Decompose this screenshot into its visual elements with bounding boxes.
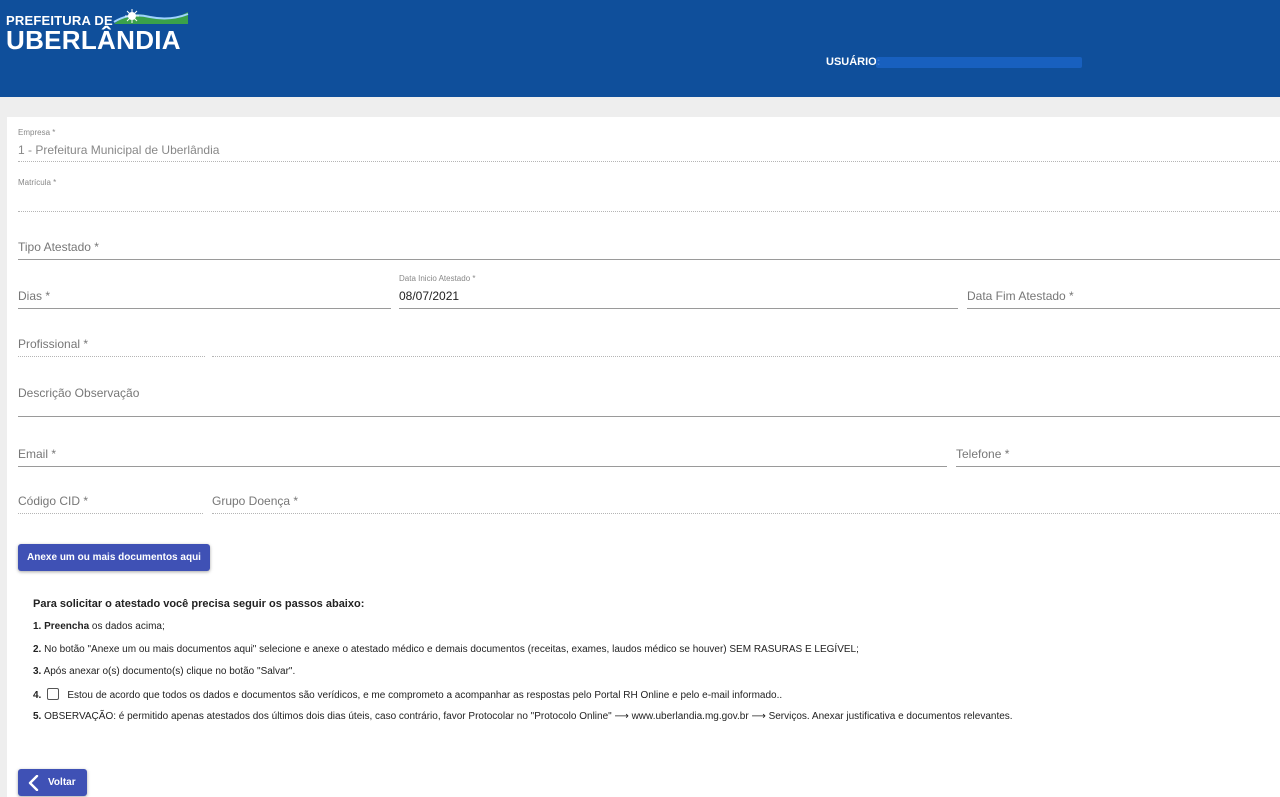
instruction-step-2: 2. No botão "Anexe um ou mais documentos… [33,644,859,655]
instruction-step-3: 3. Após anexar o(s) documento(s) clique … [33,666,295,677]
back-button-label: Voltar [48,777,76,788]
profissional-input[interactable]: Profissional * [18,336,1280,358]
matricula-label: Matrícula * [18,178,57,187]
step-4-number: 4. [33,690,42,701]
step-4-text: Estou de acordo que todos os dados e doc… [67,690,783,701]
descricao-textarea[interactable]: Descrição Observação [18,385,1280,419]
telefone-placeholder: Telefone * [956,447,1010,461]
step-3-text: Após anexar o(s) documento(s) clique no … [41,666,296,677]
empresa-value: 1 - Prefeitura Municipal de Uberlândia [18,143,220,157]
matricula-field[interactable]: Matrícula * [18,178,1280,212]
empresa-field[interactable]: Empresa * 1 - Prefeitura Municipal de Ub… [18,128,1280,162]
data-fim-placeholder: Data Fim Atestado * [967,289,1074,303]
empresa-label: Empresa * [18,128,56,137]
logo-main-text: UBERLÂNDIA [6,25,181,55]
codigo-cid-placeholder: Código CID * [18,494,89,508]
step-2-text: No botão "Anexe um ou mais documentos aq… [41,644,859,655]
email-placeholder: Email * [18,447,57,461]
step-1-number: 1. [33,621,42,632]
dias-placeholder: Dias * [18,289,51,303]
instruction-step-1: 1. Preencha os dados acima; [33,621,165,632]
tipo-atestado-placeholder: Tipo Atestado * [18,240,99,254]
step-5-text: OBSERVAÇÃO: é permitido apenas atestados… [41,711,1013,722]
user-label: USUÁRIO: [826,56,881,68]
grupo-doenca-placeholder: Grupo Doença * [212,494,299,508]
descricao-placeholder: Descrição Observação [18,386,140,400]
telefone-input[interactable]: Telefone * [956,446,1280,468]
logo-flag-icon [113,9,189,24]
data-inicio-value: 08/07/2021 [399,289,460,303]
atestado-form-card: Empresa * 1 - Prefeitura Municipal de Ub… [7,117,1280,797]
user-name-redacted [876,57,1082,68]
attach-documents-button[interactable]: Anexe um ou mais documentos aqui [18,544,210,571]
data-inicio-input[interactable]: Data Inicio Atestado * 08/07/2021 [399,274,958,310]
email-input[interactable]: Email * [18,446,947,468]
step-1-text: os dados acima; [89,621,165,632]
instruction-step-5: 5. OBSERVAÇÃO: é permitido apenas atesta… [33,711,1013,722]
instructions-title: Para solicitar o atestado você precisa s… [33,598,365,610]
top-header: PREFEITURA DE UBERLÂNDIA USUÁRIO: [0,0,1280,97]
instruction-step-4: 4. Estou de acordo que todos os dados e d… [33,688,782,701]
data-fim-input[interactable]: Data Fim Atestado * [967,288,1280,310]
codigo-cid-input[interactable]: Código CID * [18,493,203,515]
grupo-doenca-input[interactable]: Grupo Doença * [212,493,1280,515]
agreement-checkbox[interactable] [47,688,60,700]
prefeitura-logo[interactable]: PREFEITURA DE UBERLÂNDIA [6,8,206,56]
back-button[interactable]: Voltar [18,769,87,796]
chevron-left-icon [28,775,39,791]
tipo-atestado-select[interactable]: Tipo Atestado * [18,239,1280,261]
dias-input[interactable]: Dias * [18,288,391,310]
profissional-placeholder: Profissional * [18,337,89,351]
step-1-bold: Preencha [44,621,90,632]
data-inicio-label: Data Inicio Atestado * [399,274,476,283]
